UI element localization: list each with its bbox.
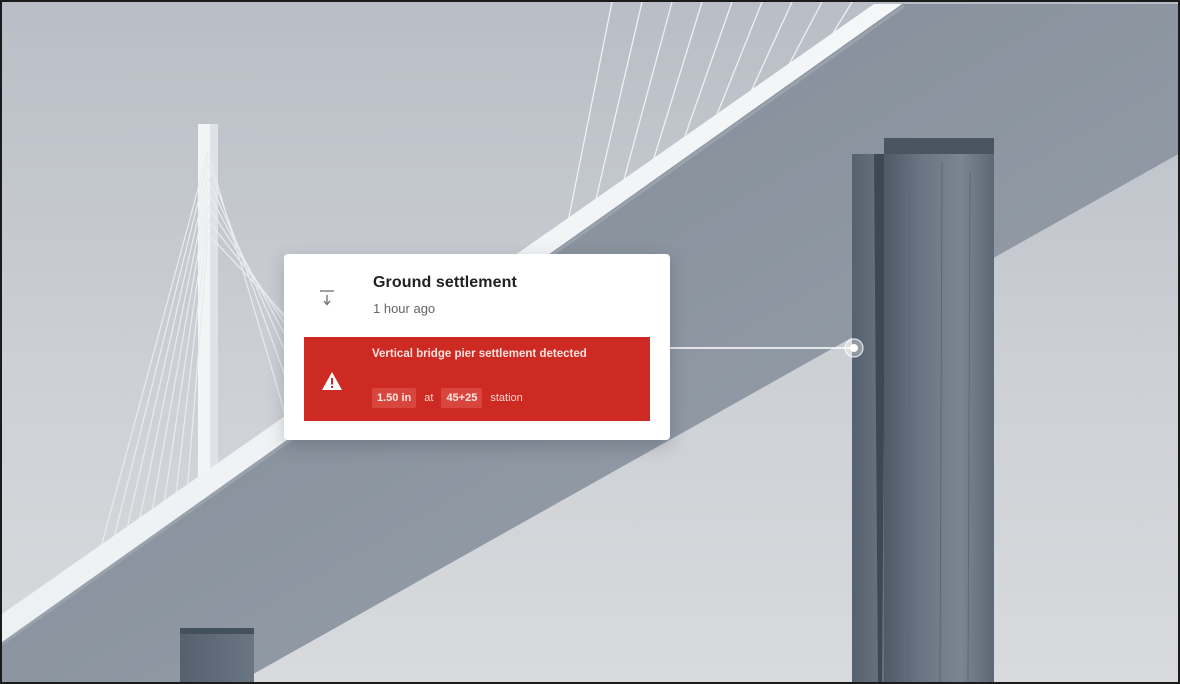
bridge-monitoring-frame: Ground settlement 1 hour ago Vertical br… <box>0 0 1180 684</box>
left-pier <box>180 628 254 682</box>
alert-timestamp: 1 hour ago <box>373 301 436 316</box>
warning-message: Vertical bridge pier settlement detected <box>372 348 587 360</box>
settlement-value-chip: 1.50 in <box>372 388 417 408</box>
station-label: station <box>490 392 523 404</box>
alert-title: Ground settlement <box>373 274 517 291</box>
measurement-connector: at <box>424 392 434 404</box>
right-pier <box>852 138 994 682</box>
warning-triangle-icon <box>322 372 342 390</box>
sensor-marker[interactable] <box>844 338 864 358</box>
settlement-alert-card[interactable]: Ground settlement 1 hour ago Vertical br… <box>284 254 670 440</box>
station-chip: 45+25 <box>441 388 483 408</box>
warning-panel: Vertical bridge pier settlement detected… <box>304 337 650 421</box>
settlement-arrow-icon <box>320 290 334 306</box>
measurement-row: 1.50 in at 45+25 station <box>372 388 525 408</box>
